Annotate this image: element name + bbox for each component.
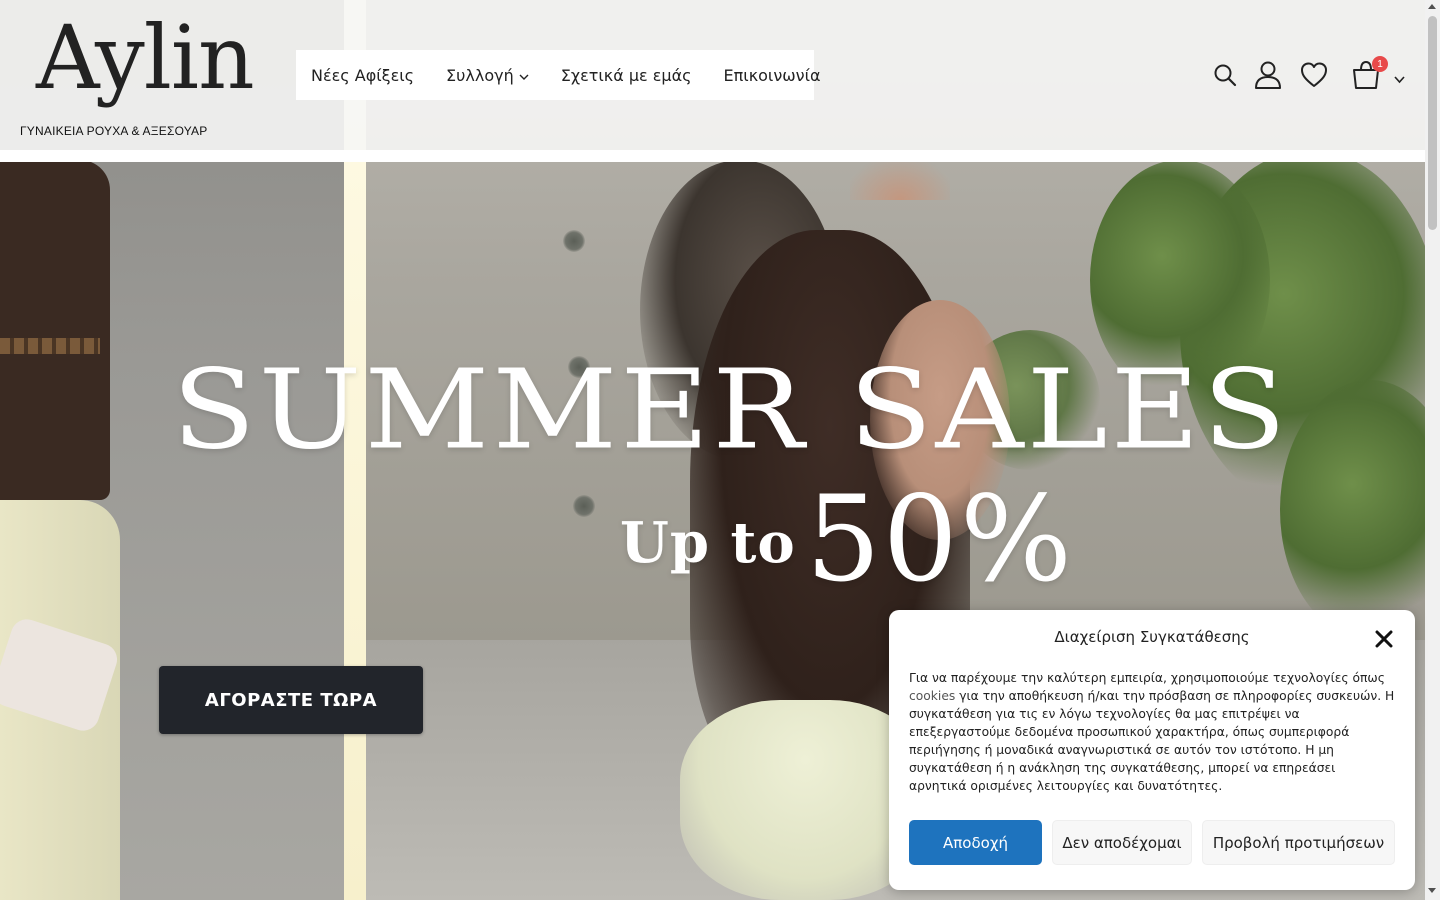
- consent-title: Διαχείριση Συγκατάθεσης: [1054, 628, 1250, 646]
- nav-item-collection[interactable]: Συλλογή: [446, 66, 529, 85]
- close-icon[interactable]: [1374, 629, 1394, 649]
- nav-item-new-arrivals[interactable]: Νέες Αφίξεις: [311, 66, 414, 85]
- wall-bolt: [563, 230, 585, 252]
- cart-count-badge: 1: [1372, 56, 1388, 72]
- nav-item-contact[interactable]: Επικοινωνία: [724, 66, 821, 85]
- consent-text-after: για την αποθήκευση ή/και την πρόσβαση σε…: [909, 689, 1395, 793]
- view-preferences-button[interactable]: Προβολή προτιμήσεων: [1202, 820, 1395, 865]
- consent-text: Για να παρέχουμε την καλύτερη εμπειρία, …: [909, 669, 1395, 795]
- deny-button[interactable]: Δεν αποδέχομαι: [1052, 820, 1192, 865]
- hero-headline: SUMMER SALES: [172, 346, 1290, 474]
- nav-item-about[interactable]: Σχετικά με εμάς: [561, 66, 692, 85]
- scroll-thumb[interactable]: [1428, 16, 1437, 230]
- scroll-down-arrow-icon[interactable]: [1428, 888, 1436, 893]
- nav-item-label: Συλλογή: [446, 65, 514, 85]
- cookie-consent-dialog: Διαχείριση Συγκατάθεσης Για να παρέχουμε…: [889, 610, 1415, 890]
- site-tagline: ΓΥΝΑΙΚΕΙΑ ΡΟΥΧΑ & ΑΞΕΣΟΥΑΡ: [20, 124, 208, 138]
- model-left-belt: [0, 338, 100, 354]
- heart-icon[interactable]: [1300, 61, 1328, 93]
- search-icon[interactable]: [1213, 63, 1237, 91]
- chevron-down-icon: [519, 66, 529, 85]
- chevron-down-icon[interactable]: [1394, 69, 1405, 88]
- cookies-link[interactable]: cookies: [909, 689, 955, 703]
- nav-item-label: Νέες Αφίξεις: [311, 65, 415, 85]
- consent-text-before: Για να παρέχουμε την καλύτερη εμπειρία, …: [909, 671, 1385, 685]
- model-main-face: [850, 160, 950, 200]
- wall-bolt: [573, 495, 595, 517]
- page-scrollbar[interactable]: [1425, 0, 1440, 900]
- scroll-up-arrow-icon[interactable]: [1428, 4, 1436, 9]
- model-left-top: [0, 160, 110, 500]
- hero-subline: Up to50%: [620, 470, 1074, 608]
- site-logo[interactable]: Aylin: [36, 14, 255, 102]
- header-divider: [0, 150, 1425, 162]
- accept-button[interactable]: Αποδοχή: [909, 820, 1042, 865]
- nav-item-label: Επικοινωνία: [723, 65, 821, 85]
- user-icon[interactable]: [1253, 60, 1283, 94]
- shop-now-button[interactable]: ΑΓΟΡΑΣΤΕ ΤΩΡΑ: [159, 666, 423, 734]
- hero-subline-prefix: Up to: [620, 510, 796, 576]
- nav-item-label: Σχετικά με εμάς: [560, 65, 692, 85]
- main-nav: Νέες Αφίξεις Συλλογή Σχετικά με εμάς Επι…: [296, 50, 821, 100]
- hero-subline-value: 50%: [805, 470, 1074, 608]
